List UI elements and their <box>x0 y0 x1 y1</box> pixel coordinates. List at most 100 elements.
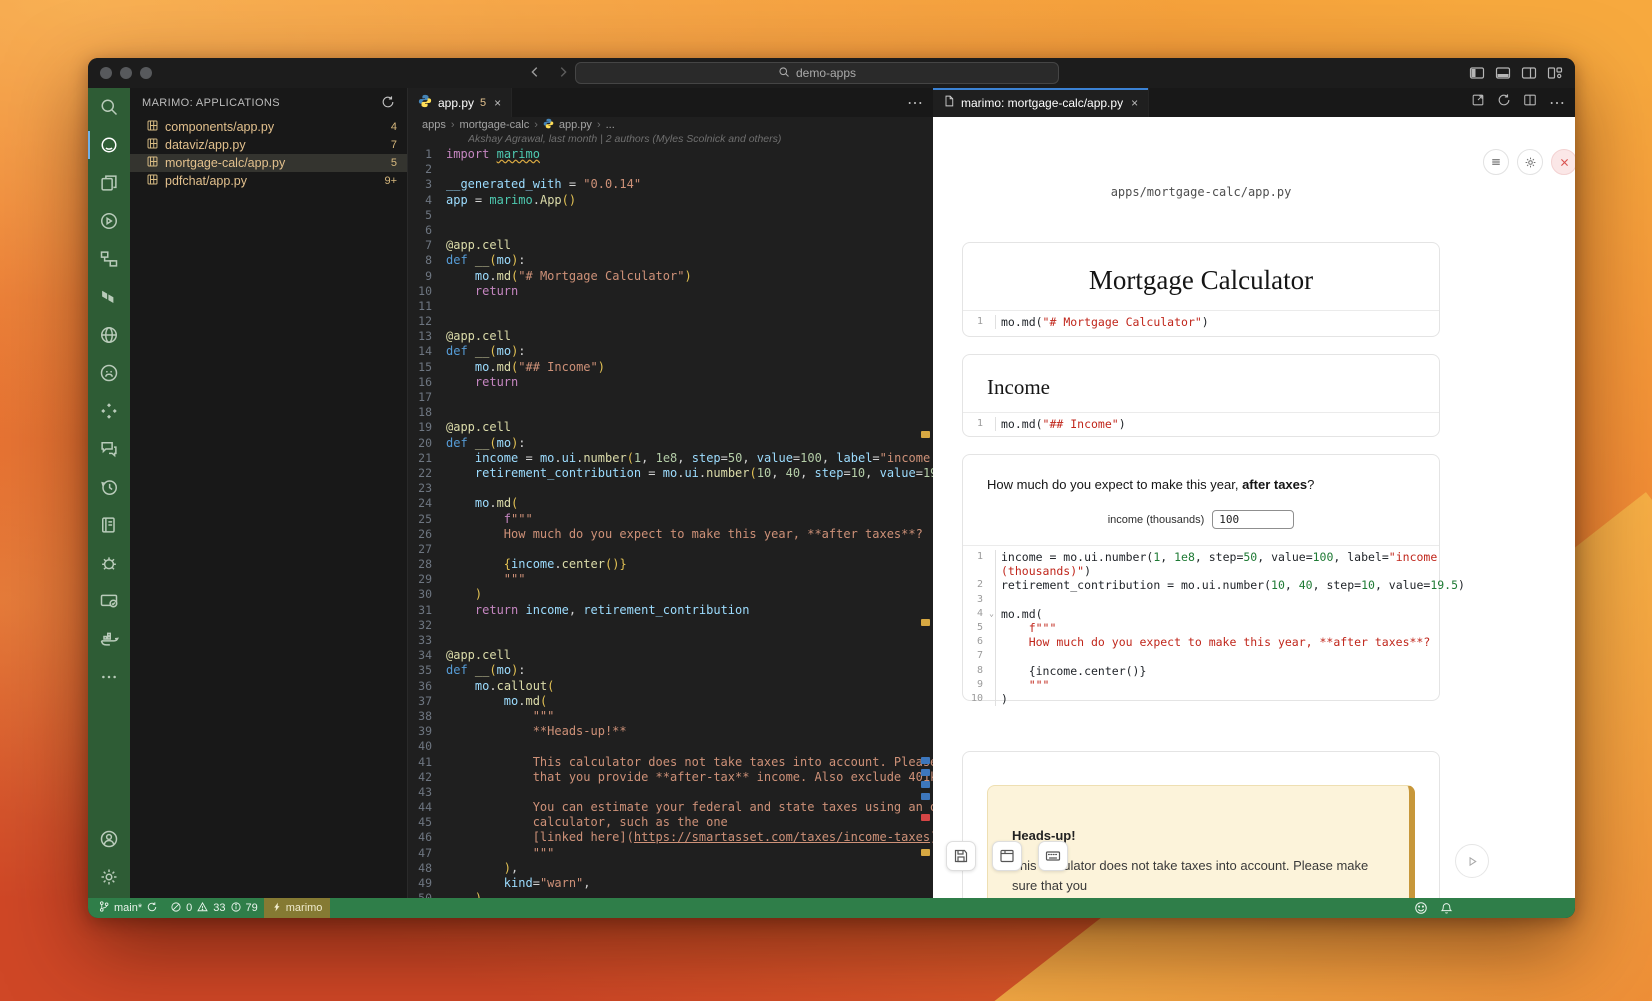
reload-icon[interactable] <box>1497 93 1511 112</box>
activity-item-notebook[interactable] <box>88 506 130 544</box>
more-actions-icon[interactable]: ⋯ <box>907 93 923 113</box>
search-icon <box>778 66 790 81</box>
notebook-icon <box>99 515 119 535</box>
split-editor-icon[interactable] <box>1523 93 1537 112</box>
marimo-cell-callout: Heads-up! This calculator does not take … <box>962 751 1440 898</box>
ruler-mark <box>921 757 930 764</box>
activity-item-hierarchy[interactable] <box>88 240 130 278</box>
code-line: 43 <box>408 785 933 800</box>
code-line: 3__generated_with = "0.0.14" <box>408 177 933 192</box>
activity-item-diamonds[interactable] <box>88 392 130 430</box>
tab-app-py[interactable]: app.py 5 × <box>408 88 512 117</box>
activity-item-more[interactable] <box>88 658 130 696</box>
more-actions-icon[interactable]: ⋯ <box>1549 93 1565 113</box>
activity-item-account[interactable] <box>88 820 130 858</box>
notifications-bell-icon[interactable] <box>1434 898 1459 918</box>
tab-marimo-webview[interactable]: marimo: mortgage-calc/app.py × <box>933 88 1149 117</box>
sidebar-item-components/app.py[interactable]: components/app.py 4 <box>130 118 407 136</box>
sidebar-item-pdfchat/app.py[interactable]: pdfchat/app.py 9+ <box>130 172 407 190</box>
sidebar-title: MARIMO: APPLICATIONS <box>142 97 280 109</box>
breadcrumb-item[interactable]: app.py <box>559 119 592 131</box>
code-line: 30 ) <box>408 587 933 602</box>
notebook-file-icon <box>146 155 159 171</box>
marimo-cell-income: Income 1mo.md("## Income") <box>962 354 1440 437</box>
activity-item-github[interactable] <box>88 354 130 392</box>
activity-item-settings[interactable] <box>88 858 130 896</box>
keyboard-shortcuts-button[interactable] <box>1038 841 1068 871</box>
customize-layout-icon[interactable] <box>1547 65 1563 81</box>
code-line: 38 """ <box>408 709 933 724</box>
sidebar-item-mortgage-calc/app.py[interactable]: mortgage-calc/app.py 5 <box>130 154 407 172</box>
cell-code[interactable]: 1mo.md("## Income") <box>963 413 1439 435</box>
forward-icon[interactable] <box>556 65 570 84</box>
feedback-smiley-icon[interactable] <box>1408 898 1434 918</box>
cell-code[interactable]: 1income = mo.ui.number(1, 1e8, step=50, … <box>963 546 1439 710</box>
zoom-window-button[interactable] <box>140 67 152 79</box>
warnings-count: 33 <box>213 902 225 914</box>
cell-code[interactable]: 1mo.md("# Mortgage Calculator") <box>963 311 1439 333</box>
open-external-icon[interactable] <box>1471 93 1485 112</box>
command-center-search[interactable]: demo-apps <box>575 62 1059 84</box>
activity-item-history[interactable] <box>88 468 130 506</box>
marimo-cell-title: Mortgage Calculator 1mo.md("# Mortgage C… <box>962 242 1440 337</box>
toggle-sidebar-icon[interactable] <box>1469 65 1485 81</box>
code-line: 41 This calculator does not take taxes i… <box>408 755 933 770</box>
run-cell-button[interactable] <box>1455 844 1489 878</box>
refresh-icon[interactable] <box>381 95 395 112</box>
breadcrumb-item[interactable]: ... <box>606 119 615 131</box>
tab-label: app.py <box>438 96 474 110</box>
code-line: 7@app.cell <box>408 238 933 253</box>
tab-close-icon[interactable]: × <box>1131 96 1138 110</box>
branch-status[interactable]: main* <box>88 898 164 918</box>
activity-item-copy-pages[interactable] <box>88 164 130 202</box>
app-file-path: apps/mortgage-calc/app.py <box>962 185 1440 199</box>
overview-ruler[interactable] <box>919 147 933 898</box>
breadcrumb-item[interactable]: mortgage-calc <box>460 119 530 131</box>
activity-item-debug[interactable] <box>88 544 130 582</box>
code-line: 6 <box>408 223 933 238</box>
breadcrumb-item[interactable]: apps <box>422 119 446 131</box>
activity-item-globe[interactable] <box>88 316 130 354</box>
settings-button[interactable] <box>1517 149 1543 175</box>
shutdown-button[interactable] <box>1551 149 1575 175</box>
back-icon[interactable] <box>528 65 542 84</box>
panel-layout-button[interactable] <box>992 841 1022 871</box>
activity-item-terraform[interactable] <box>88 278 130 316</box>
menu-button[interactable] <box>1483 149 1509 175</box>
code-line: 26 How much do you expect to make this y… <box>408 527 933 542</box>
cell-code-line: 3 <box>963 593 1439 607</box>
cell-code-line: 1mo.md("# Mortgage Calculator") <box>963 315 1439 329</box>
git-blame-annotation: Akshay Agrawal, last month | 2 authors (… <box>468 133 933 147</box>
toggle-secondary-sidebar-icon[interactable] <box>1521 65 1537 81</box>
file-name: mortgage-calc/app.py <box>165 156 391 170</box>
minimize-window-button[interactable] <box>120 67 132 79</box>
debug-icon <box>99 553 119 573</box>
diamonds-icon <box>99 401 119 421</box>
activity-item-search[interactable] <box>88 88 130 126</box>
sidebar-item-dataviz/app.py[interactable]: dataviz/app.py 7 <box>130 136 407 154</box>
code-editor[interactable]: 1import marimo23__generated_with = "0.0.… <box>408 147 933 898</box>
webview-tab-bar: marimo: mortgage-calc/app.py × ⋯ <box>933 88 1575 117</box>
activity-item-run-circle[interactable] <box>88 202 130 240</box>
close-window-button[interactable] <box>100 67 112 79</box>
activity-item-remote-monitor[interactable] <box>88 582 130 620</box>
breadcrumb[interactable]: apps› mortgage-calc› app.py› ... <box>408 117 933 133</box>
code-line: 39 **Heads-up!** <box>408 724 933 739</box>
activity-item-docker[interactable] <box>88 620 130 658</box>
file-name: dataviz/app.py <box>165 138 391 152</box>
code-line: 20def __(mo): <box>408 436 933 451</box>
marimo-status-item[interactable]: marimo <box>264 898 331 918</box>
activity-item-marimo[interactable] <box>88 126 130 164</box>
sync-icon <box>146 901 158 916</box>
toggle-panel-icon[interactable] <box>1495 65 1511 81</box>
problems-status[interactable]: 0 33 79 <box>164 898 264 918</box>
marimo-toolbar <box>1483 149 1575 175</box>
save-button[interactable] <box>946 841 976 871</box>
branch-name: main* <box>114 902 142 914</box>
activity-item-comments[interactable] <box>88 430 130 468</box>
python-icon <box>418 94 432 111</box>
income-input[interactable] <box>1212 510 1294 529</box>
code-line: 36 mo.callout( <box>408 679 933 694</box>
tab-close-icon[interactable]: × <box>494 96 501 110</box>
code-line: 19@app.cell <box>408 420 933 435</box>
